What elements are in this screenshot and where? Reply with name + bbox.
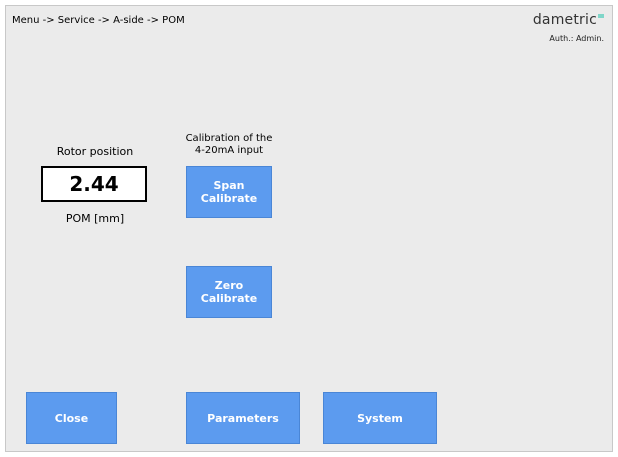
zero-calibrate-button[interactable]: Zero Calibrate <box>186 266 272 318</box>
calibration-title-line1: Calibration of the <box>185 133 273 144</box>
auth-level: Auth.: Admin. <box>549 34 604 43</box>
zero-calibrate-label-line1: Zero <box>214 279 244 292</box>
calibration-title-line2: 4-20mA input <box>194 145 264 156</box>
rotor-position-value: 2.44 <box>41 166 147 202</box>
parameters-button[interactable]: Parameters <box>186 392 300 444</box>
rotor-position-label: Rotor position <box>56 145 134 158</box>
logo-text: dametric <box>532 12 597 28</box>
logo-mark-icon <box>598 14 604 18</box>
rotor-position-unit: POM [mm] <box>65 212 125 225</box>
span-calibrate-label-line2: Calibrate <box>200 192 258 205</box>
service-screen: Menu -> Service -> A-side -> POM dametri… <box>5 5 613 452</box>
close-button[interactable]: Close <box>26 392 117 444</box>
company-logo: dametric <box>533 12 604 28</box>
span-calibrate-button[interactable]: Span Calibrate <box>186 166 272 218</box>
calibration-title: Calibration of the 4-20mA input <box>169 133 289 157</box>
brand-area: dametric Auth.: Admin. <box>533 12 604 43</box>
breadcrumb: Menu -> Service -> A-side -> POM <box>12 15 185 26</box>
zero-calibrate-label-line2: Calibrate <box>200 292 258 305</box>
system-button[interactable]: System <box>323 392 437 444</box>
span-calibrate-label-line1: Span <box>213 179 245 192</box>
